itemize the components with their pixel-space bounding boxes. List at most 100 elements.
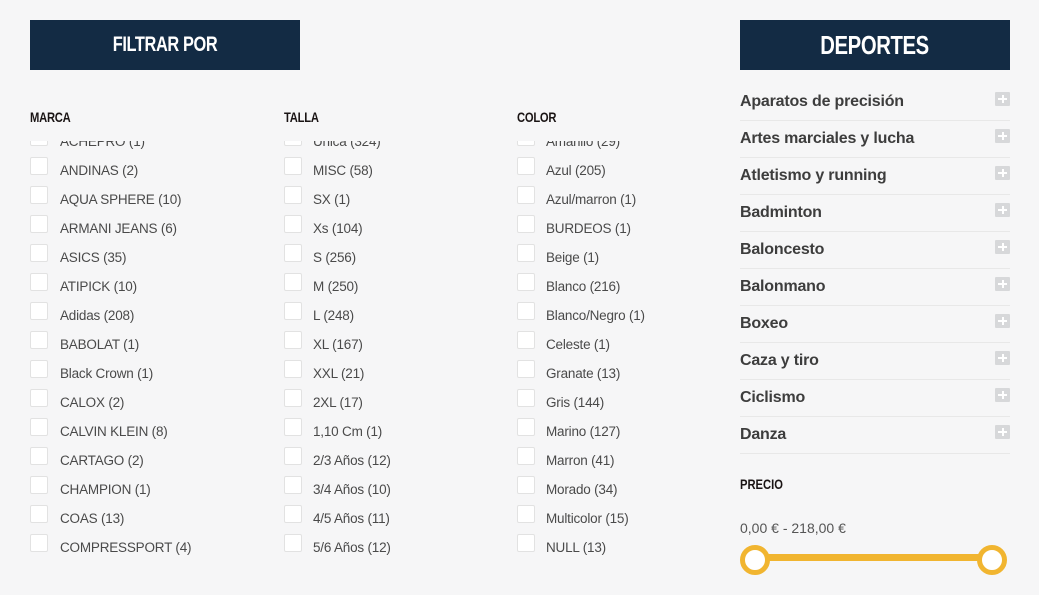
facet-option[interactable]: ARMANI JEANS (6) [30, 214, 270, 243]
facet-option-label[interactable]: Azul (205) [546, 163, 606, 178]
checkbox[interactable] [284, 272, 302, 291]
facet-option[interactable]: SX (1) [284, 185, 504, 214]
facet-option[interactable]: ACHEPRO (1) [30, 141, 270, 156]
facet-option-label[interactable]: CALVIN KLEIN (8) [60, 424, 168, 439]
checkbox[interactable] [517, 214, 535, 233]
facet-option[interactable]: Xs (104) [284, 214, 504, 243]
facet-option[interactable]: 2/3 Años (12) [284, 446, 504, 475]
facet-list-color[interactable]: Amarillo (29) Azul (205) Azul/marron (1) BU… [517, 141, 727, 591]
sport-category-label[interactable]: Artes marciales y lucha [740, 130, 914, 148]
facet-option-label[interactable]: Xs (104) [313, 221, 363, 236]
facet-option[interactable]: S (256) [284, 243, 504, 272]
checkbox[interactable] [284, 388, 302, 407]
facet-option-label[interactable]: S (256) [313, 250, 356, 265]
facet-option[interactable]: BABOLAT (1) [30, 330, 270, 359]
plus-icon[interactable] [995, 388, 1010, 402]
sport-category-item[interactable]: Caza y tiro [740, 343, 1010, 380]
facet-option-label[interactable]: 1,10 Cm (1) [313, 424, 382, 439]
checkbox[interactable] [517, 504, 535, 523]
facet-option[interactable]: 5/6 Años (12) [284, 533, 504, 562]
plus-icon[interactable] [995, 351, 1010, 365]
plus-icon[interactable] [995, 203, 1010, 217]
sport-category-label[interactable]: Ciclismo [740, 389, 805, 407]
checkbox[interactable] [517, 533, 535, 552]
checkbox[interactable] [284, 475, 302, 494]
sport-category-label[interactable]: Danza [740, 426, 786, 444]
sport-category-label[interactable]: Baloncesto [740, 241, 824, 259]
checkbox[interactable] [284, 243, 302, 262]
checkbox[interactable] [517, 301, 535, 320]
price-slider-track[interactable] [754, 554, 996, 561]
checkbox[interactable] [517, 417, 535, 436]
facet-option[interactable]: MISC (58) [284, 156, 504, 185]
facet-option[interactable]: XL (167) [284, 330, 504, 359]
facet-option[interactable]: BURDEOS (1) [517, 214, 727, 243]
checkbox[interactable] [517, 359, 535, 378]
plus-icon[interactable] [995, 92, 1010, 106]
facet-option-label[interactable]: AQUA SPHERE (10) [60, 192, 182, 207]
facet-option-label[interactable]: Blanco/Negro (1) [546, 308, 645, 323]
facet-option-label[interactable]: ASICS (35) [60, 250, 126, 265]
facet-option[interactable]: Unica (324) [284, 141, 504, 156]
sport-category-item[interactable]: Atletismo y running [740, 158, 1010, 195]
checkbox[interactable] [517, 156, 535, 175]
checkbox[interactable] [284, 156, 302, 175]
checkbox[interactable] [517, 272, 535, 291]
facet-option[interactable]: COAS (13) [30, 504, 270, 533]
facet-option[interactable]: COMPRESSPORT (4) [30, 533, 270, 562]
facet-option-label[interactable]: 4/5 Años (11) [313, 511, 390, 526]
checkbox[interactable] [284, 301, 302, 320]
checkbox[interactable] [30, 388, 48, 407]
facet-option-label[interactable]: ACHEPRO (1) [60, 141, 145, 149]
facet-option-label[interactable]: Marron (41) [546, 453, 615, 468]
checkbox[interactable] [284, 185, 302, 204]
sport-category-label[interactable]: Badminton [740, 204, 822, 222]
facet-option[interactable]: M (250) [284, 272, 504, 301]
facet-option[interactable]: L (248) [284, 301, 504, 330]
facet-option[interactable]: Adidas (208) [30, 301, 270, 330]
checkbox[interactable] [30, 243, 48, 262]
sport-category-label[interactable]: Balonmano [740, 278, 826, 296]
facet-option[interactable]: ANDINAS (2) [30, 156, 270, 185]
sport-category-item[interactable]: Ciclismo [740, 380, 1010, 417]
sport-category-item[interactable]: Boxeo [740, 306, 1010, 343]
facet-option-label[interactable]: 2/3 Años (12) [313, 453, 391, 468]
checkbox[interactable] [517, 185, 535, 204]
facet-option-label[interactable]: BURDEOS (1) [546, 221, 631, 236]
checkbox[interactable] [284, 504, 302, 523]
facet-option[interactable]: ATIPICK (10) [30, 272, 270, 301]
sport-category-item[interactable]: Danza [740, 417, 1010, 454]
facet-option-label[interactable]: ARMANI JEANS (6) [60, 221, 177, 236]
facet-option-label[interactable]: SX (1) [313, 192, 350, 207]
checkbox[interactable] [517, 243, 535, 262]
price-slider[interactable] [740, 545, 1010, 575]
facet-option[interactable]: NULL (13) [517, 533, 727, 562]
facet-option[interactable]: 2XL (17) [284, 388, 504, 417]
sport-category-item[interactable]: Badminton [740, 195, 1010, 232]
facet-option[interactable]: ASICS (35) [30, 243, 270, 272]
facet-option-label[interactable]: COMPRESSPORT (4) [60, 540, 192, 555]
facet-option-label[interactable]: ATIPICK (10) [60, 279, 137, 294]
facet-list-marca[interactable]: ACHEPRO (1) ANDINAS (2) AQUA SPHERE (10) AR… [30, 141, 270, 591]
sport-category-label[interactable]: Atletismo y running [740, 167, 887, 185]
facet-option[interactable]: Beige (1) [517, 243, 727, 272]
checkbox[interactable] [30, 156, 48, 175]
price-slider-min-handle[interactable] [740, 545, 770, 575]
facet-option[interactable]: CALOX (2) [30, 388, 270, 417]
facet-option[interactable]: Marron (41) [517, 446, 727, 475]
facet-option-label[interactable]: Gris (144) [546, 395, 604, 410]
facet-option[interactable]: AQUA SPHERE (10) [30, 185, 270, 214]
facet-option-label[interactable]: Beige (1) [546, 250, 599, 265]
facet-option[interactable]: Morado (34) [517, 475, 727, 504]
checkbox[interactable] [517, 475, 535, 494]
checkbox[interactable] [30, 214, 48, 233]
facet-option-label[interactable]: CALOX (2) [60, 395, 124, 410]
facet-option[interactable]: Blanco/Negro (1) [517, 301, 727, 330]
checkbox[interactable] [517, 141, 535, 146]
facet-option-label[interactable]: NULL (13) [546, 540, 606, 555]
facet-option[interactable]: Granate (13) [517, 359, 727, 388]
facet-option-label[interactable]: Celeste (1) [546, 337, 610, 352]
checkbox[interactable] [284, 446, 302, 465]
checkbox[interactable] [30, 359, 48, 378]
checkbox[interactable] [284, 141, 302, 146]
